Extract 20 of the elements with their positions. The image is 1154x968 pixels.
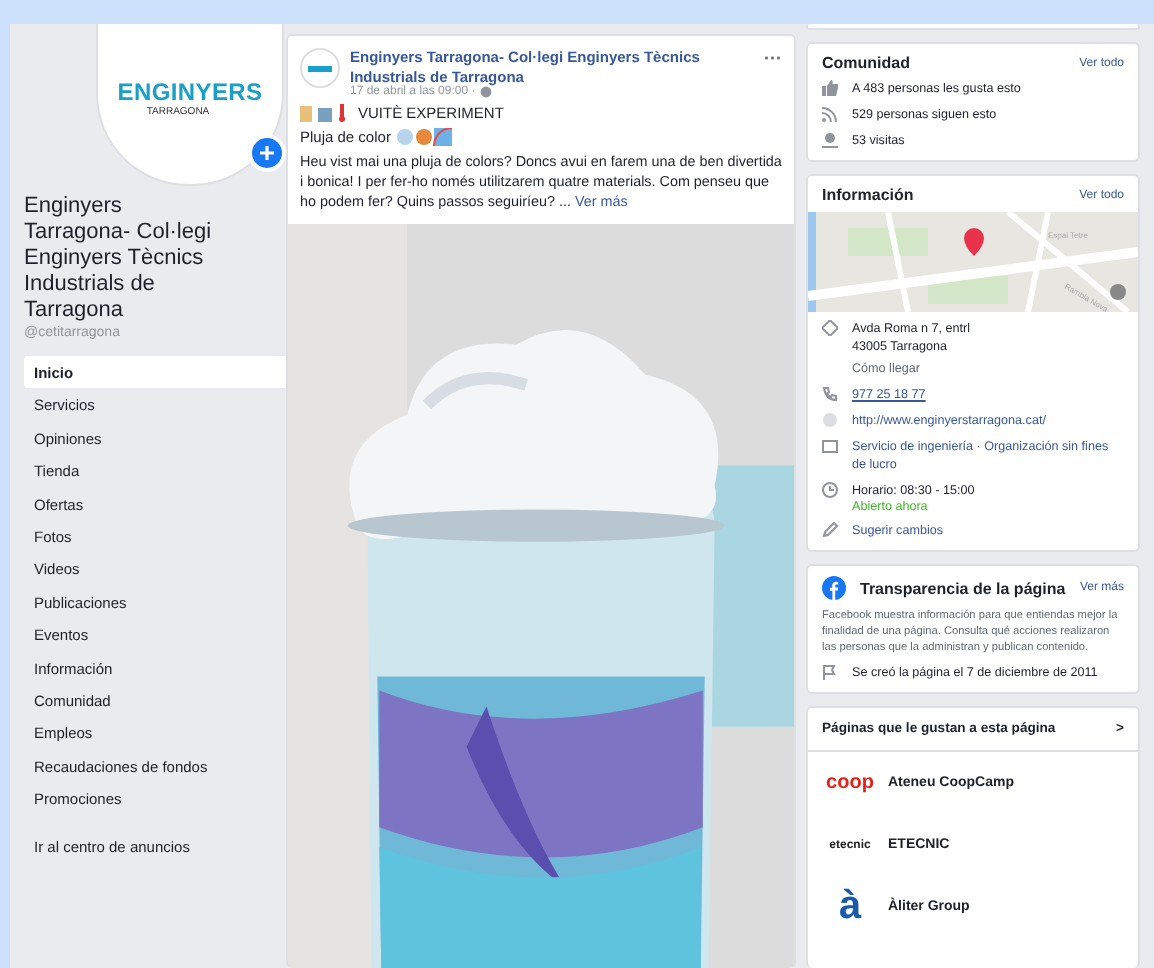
card-title: Comunidad bbox=[822, 54, 910, 72]
add-icon[interactable] bbox=[248, 134, 286, 172]
more-options-button[interactable]: ··· bbox=[764, 48, 782, 98]
card-title: Información bbox=[822, 186, 914, 204]
phone-icon bbox=[822, 386, 838, 402]
rss-icon bbox=[822, 106, 838, 122]
facebook-icon bbox=[822, 576, 846, 600]
pencil-icon bbox=[822, 522, 838, 538]
logo-title: ENGINYERS bbox=[117, 78, 263, 106]
clock-icon bbox=[822, 482, 838, 498]
emoji-icons bbox=[396, 128, 453, 146]
page-logo: à bbox=[836, 884, 864, 930]
page-logo: coop bbox=[824, 772, 876, 794]
author-avatar bbox=[300, 48, 340, 88]
card-title: Transparencia de la página bbox=[860, 579, 1066, 597]
category-icon bbox=[822, 438, 838, 454]
flag-icon bbox=[822, 664, 838, 680]
directions-icon bbox=[822, 320, 838, 336]
thumbs-up-icon bbox=[822, 80, 838, 96]
page-name: Enginyers Tarragona- Col·legi Enginyers Tècnics Industrials de Tarragona bbox=[24, 194, 214, 324]
